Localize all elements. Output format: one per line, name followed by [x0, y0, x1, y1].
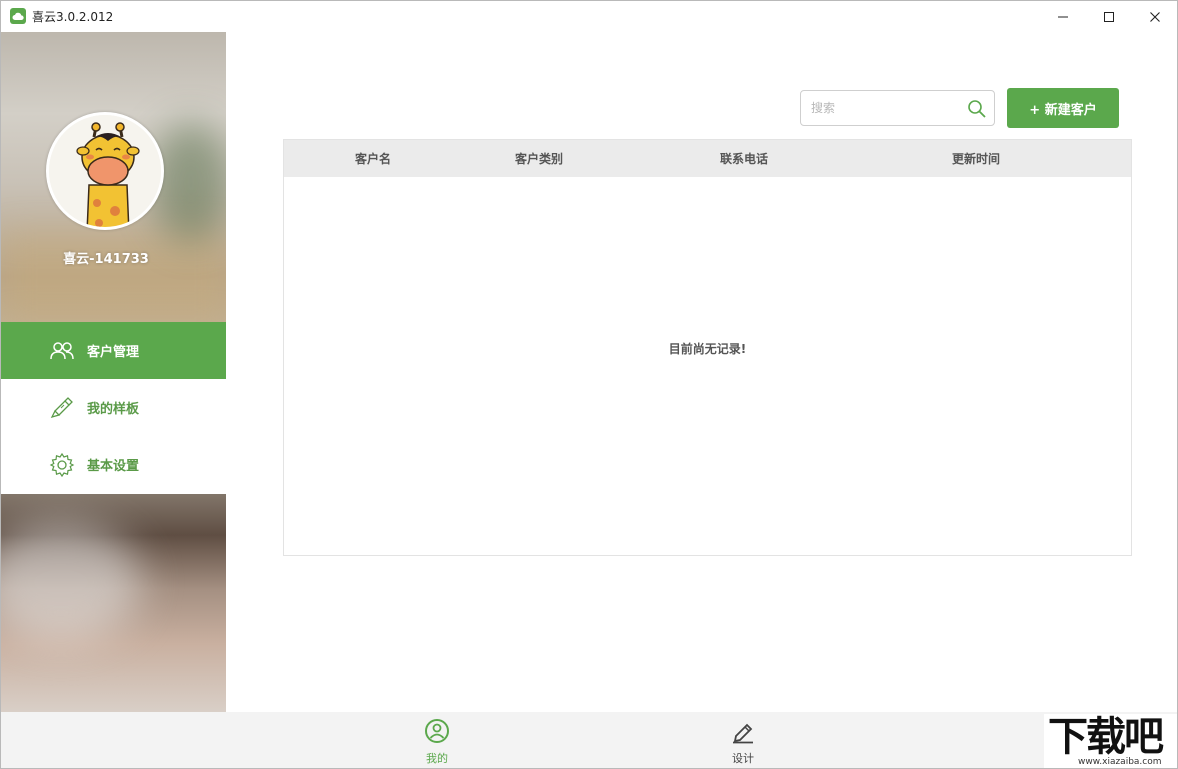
sidebar-menu: 客户管理 我的样板 基本设置: [1, 322, 226, 494]
tab-design[interactable]: 设计: [713, 718, 773, 766]
cloud-app-icon: [10, 8, 26, 24]
background-blur: [1, 522, 141, 642]
close-button[interactable]: [1132, 1, 1177, 32]
window-title: 喜云3.0.2.012: [32, 10, 114, 24]
column-header-update-time[interactable]: 更新时间: [952, 150, 1000, 167]
giraffe-avatar-icon: [49, 115, 161, 227]
users-icon: [49, 338, 75, 364]
column-header-customer-name[interactable]: 客户名: [355, 150, 391, 167]
sidebar: 喜云-141733 客户管理 我的样板 基本设置: [1, 32, 226, 712]
search-box[interactable]: [800, 90, 995, 126]
new-customer-button[interactable]: + 新建客户: [1007, 88, 1119, 128]
maximize-button[interactable]: [1086, 1, 1132, 32]
search-input[interactable]: [811, 99, 951, 117]
column-header-phone[interactable]: 联系电话: [720, 150, 768, 167]
app-window: 喜云3.0.2.012 喜云-141733 客户管理 我的样板 基本设置 搜索 …: [0, 0, 1178, 769]
sidebar-item-label: 我的样板: [87, 402, 140, 417]
sidebar-item-basic-settings[interactable]: 基本设置: [1, 436, 226, 493]
tab-label: 我的: [426, 752, 448, 765]
bottom-tab-bar: 我的 设计: [1, 712, 1177, 768]
tab-mine[interactable]: 我的: [407, 718, 467, 766]
sidebar-item-my-templates[interactable]: 我的样板: [1, 379, 226, 436]
search-icon[interactable]: [967, 99, 987, 123]
title-bar: 喜云3.0.2.012: [1, 1, 1177, 32]
brush-icon: [49, 395, 75, 421]
avatar[interactable]: [46, 112, 164, 230]
pen-icon: [730, 718, 756, 748]
empty-state-message: 目前尚无记录!: [668, 342, 747, 356]
tab-label: 设计: [732, 752, 754, 765]
minimize-button[interactable]: [1040, 1, 1086, 32]
sidebar-item-customer-management[interactable]: 客户管理: [1, 322, 226, 379]
watermark-url: www.xiazaiba.com: [1078, 757, 1162, 767]
customer-table: 客户名 客户类别 联系电话 更新时间 目前尚无记录!: [283, 139, 1132, 556]
sidebar-item-label: 客户管理: [87, 345, 140, 360]
username: 喜云-141733: [63, 252, 149, 267]
table-header: 客户名 客户类别 联系电话 更新时间: [284, 140, 1131, 177]
column-header-customer-category[interactable]: 客户类别: [515, 150, 563, 167]
site-watermark: 下载吧 www.xiazaiba.com: [1044, 714, 1177, 768]
user-circle-icon: [424, 718, 450, 748]
background-blur: [1, 232, 226, 322]
sidebar-item-label: 基本设置: [87, 459, 140, 474]
gear-icon: [49, 452, 75, 478]
watermark-logo-text: 下载吧: [1048, 714, 1164, 760]
